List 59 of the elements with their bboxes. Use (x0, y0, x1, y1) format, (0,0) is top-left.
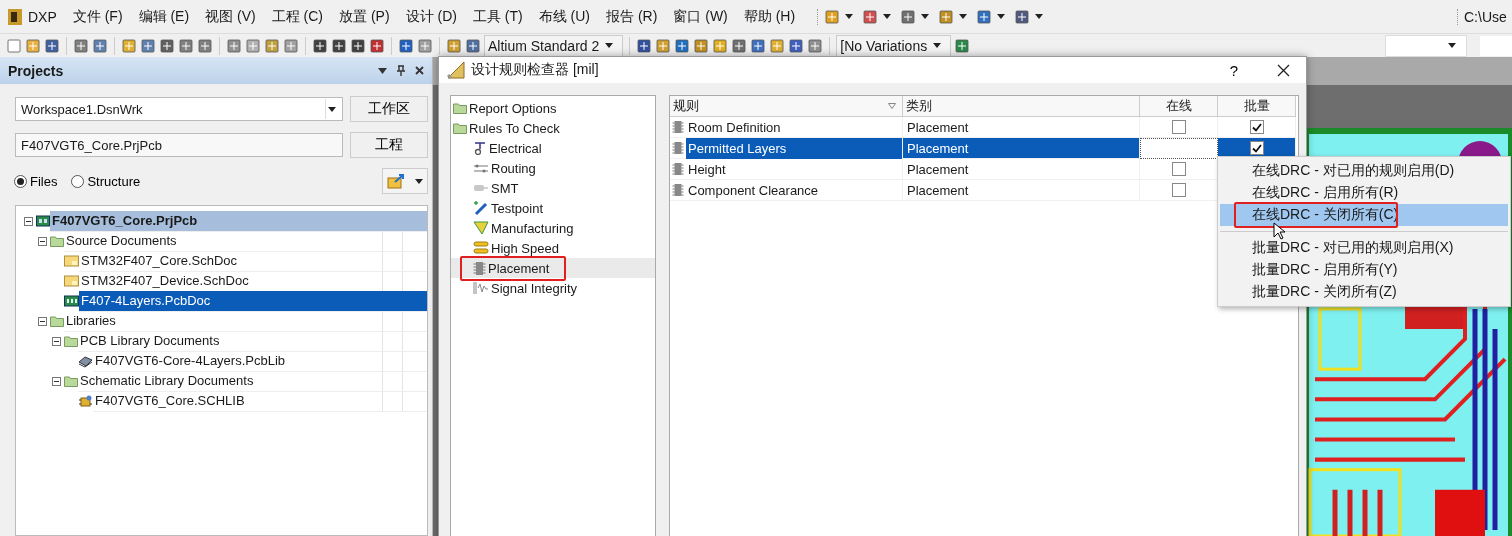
rule-category[interactable]: Manufacturing (451, 218, 655, 238)
dialog-title: 设计规则检查器 [mil] (471, 61, 600, 79)
path-text: C:\Use (1457, 8, 1512, 25)
menu-item[interactable]: 批量DRC - 关闭所有(Z) (1220, 281, 1508, 303)
menu-item[interactable]: 编辑 (E) (130, 7, 198, 26)
rule-category[interactable]: Testpoint (451, 198, 655, 218)
table-cell[interactable]: Component Clearance (686, 179, 902, 201)
standard-combo[interactable]: Altium Standard 2 (484, 34, 624, 57)
radio-option[interactable]: Structure (71, 173, 141, 189)
column-header[interactable]: 在线 (1140, 96, 1218, 117)
menu-item[interactable]: 帮助 (H) (735, 7, 804, 26)
menu-item[interactable]: 放置 (P) (331, 7, 398, 26)
menu-item[interactable]: DXP (26, 8, 65, 25)
tree-item[interactable]: F407VGT6_Core.PrjPcb (50, 210, 427, 232)
variations-combo[interactable]: [No Variations (836, 34, 952, 57)
workspace-dropdown[interactable]: Workspace1.DsnWrk (15, 97, 343, 121)
menu-item[interactable]: 设计 (D) (397, 7, 465, 26)
rule-category[interactable]: Placement (451, 258, 655, 278)
rule-category[interactable]: Signal Integrity (451, 278, 655, 298)
rule-category[interactable]: Rules To Check (451, 118, 655, 138)
tree-item[interactable]: PCB Library Documents (78, 330, 427, 352)
menu-item[interactable]: 文件 (F) (64, 7, 131, 26)
menu-item[interactable]: 窗口 (W) (665, 7, 736, 26)
tree-item[interactable]: Libraries (64, 310, 427, 332)
menu-item[interactable]: 视图 (V) (197, 7, 264, 26)
rule-category[interactable]: High Speed (451, 238, 655, 258)
radio-option[interactable]: Files (14, 173, 58, 189)
table-cell: Placement (903, 180, 1140, 201)
workspace-button[interactable]: 工作区 (350, 96, 428, 122)
tree-item[interactable]: F407VGT6_Core.SCHLIB (93, 390, 427, 412)
help-button[interactable]: ? (1214, 60, 1254, 80)
menu-item[interactable]: 工具 (T) (464, 7, 531, 26)
column-header[interactable]: 批量 (1218, 96, 1296, 117)
rule-category[interactable]: Routing (451, 158, 655, 178)
menu-item[interactable]: 报告 (R) (598, 7, 666, 26)
table-cell: Placement (903, 159, 1140, 180)
tree-item[interactable]: F407-4Layers.PcbDoc (79, 290, 427, 312)
menu-item[interactable]: 在线DRC - 对已用的规则启用(D) (1220, 160, 1508, 182)
column-header[interactable]: 类别 (903, 96, 1140, 117)
tree-item[interactable]: Schematic Library Documents (78, 370, 427, 392)
rule-category[interactable]: Report Options (451, 98, 655, 118)
panel-title: Projects (8, 62, 65, 79)
rule-category[interactable]: Electrical (451, 138, 655, 158)
tree-item[interactable]: F407VGT6-Core-4Layers.PcbLib (93, 350, 427, 372)
menu-item[interactable]: 布线 (U) (530, 7, 598, 26)
menu-item[interactable]: 工程 (C) (263, 7, 331, 26)
table-cell[interactable]: Room Definition (686, 116, 902, 138)
table-cell: Placement (903, 138, 1140, 159)
project-field[interactable]: F407VGT6_Core.PrjPcb (15, 133, 343, 157)
rule-category[interactable]: SMT (451, 178, 655, 198)
tree-item[interactable]: STM32F407_Core.SchDoc (79, 250, 427, 272)
column-header[interactable]: 规则 (670, 96, 903, 117)
tree-item[interactable]: Source Documents (64, 230, 427, 252)
project-button[interactable]: 工程 (350, 132, 428, 158)
table-cell[interactable]: Height (686, 158, 902, 180)
table-cell[interactable]: Permitted Layers (686, 137, 902, 159)
menu-item[interactable]: 在线DRC - 启用所有(R) (1220, 182, 1508, 204)
menu-item[interactable]: 批量DRC - 启用所有(Y) (1220, 259, 1508, 281)
menu-item[interactable]: 批量DRC - 对已用的规则启用(X) (1220, 237, 1508, 259)
